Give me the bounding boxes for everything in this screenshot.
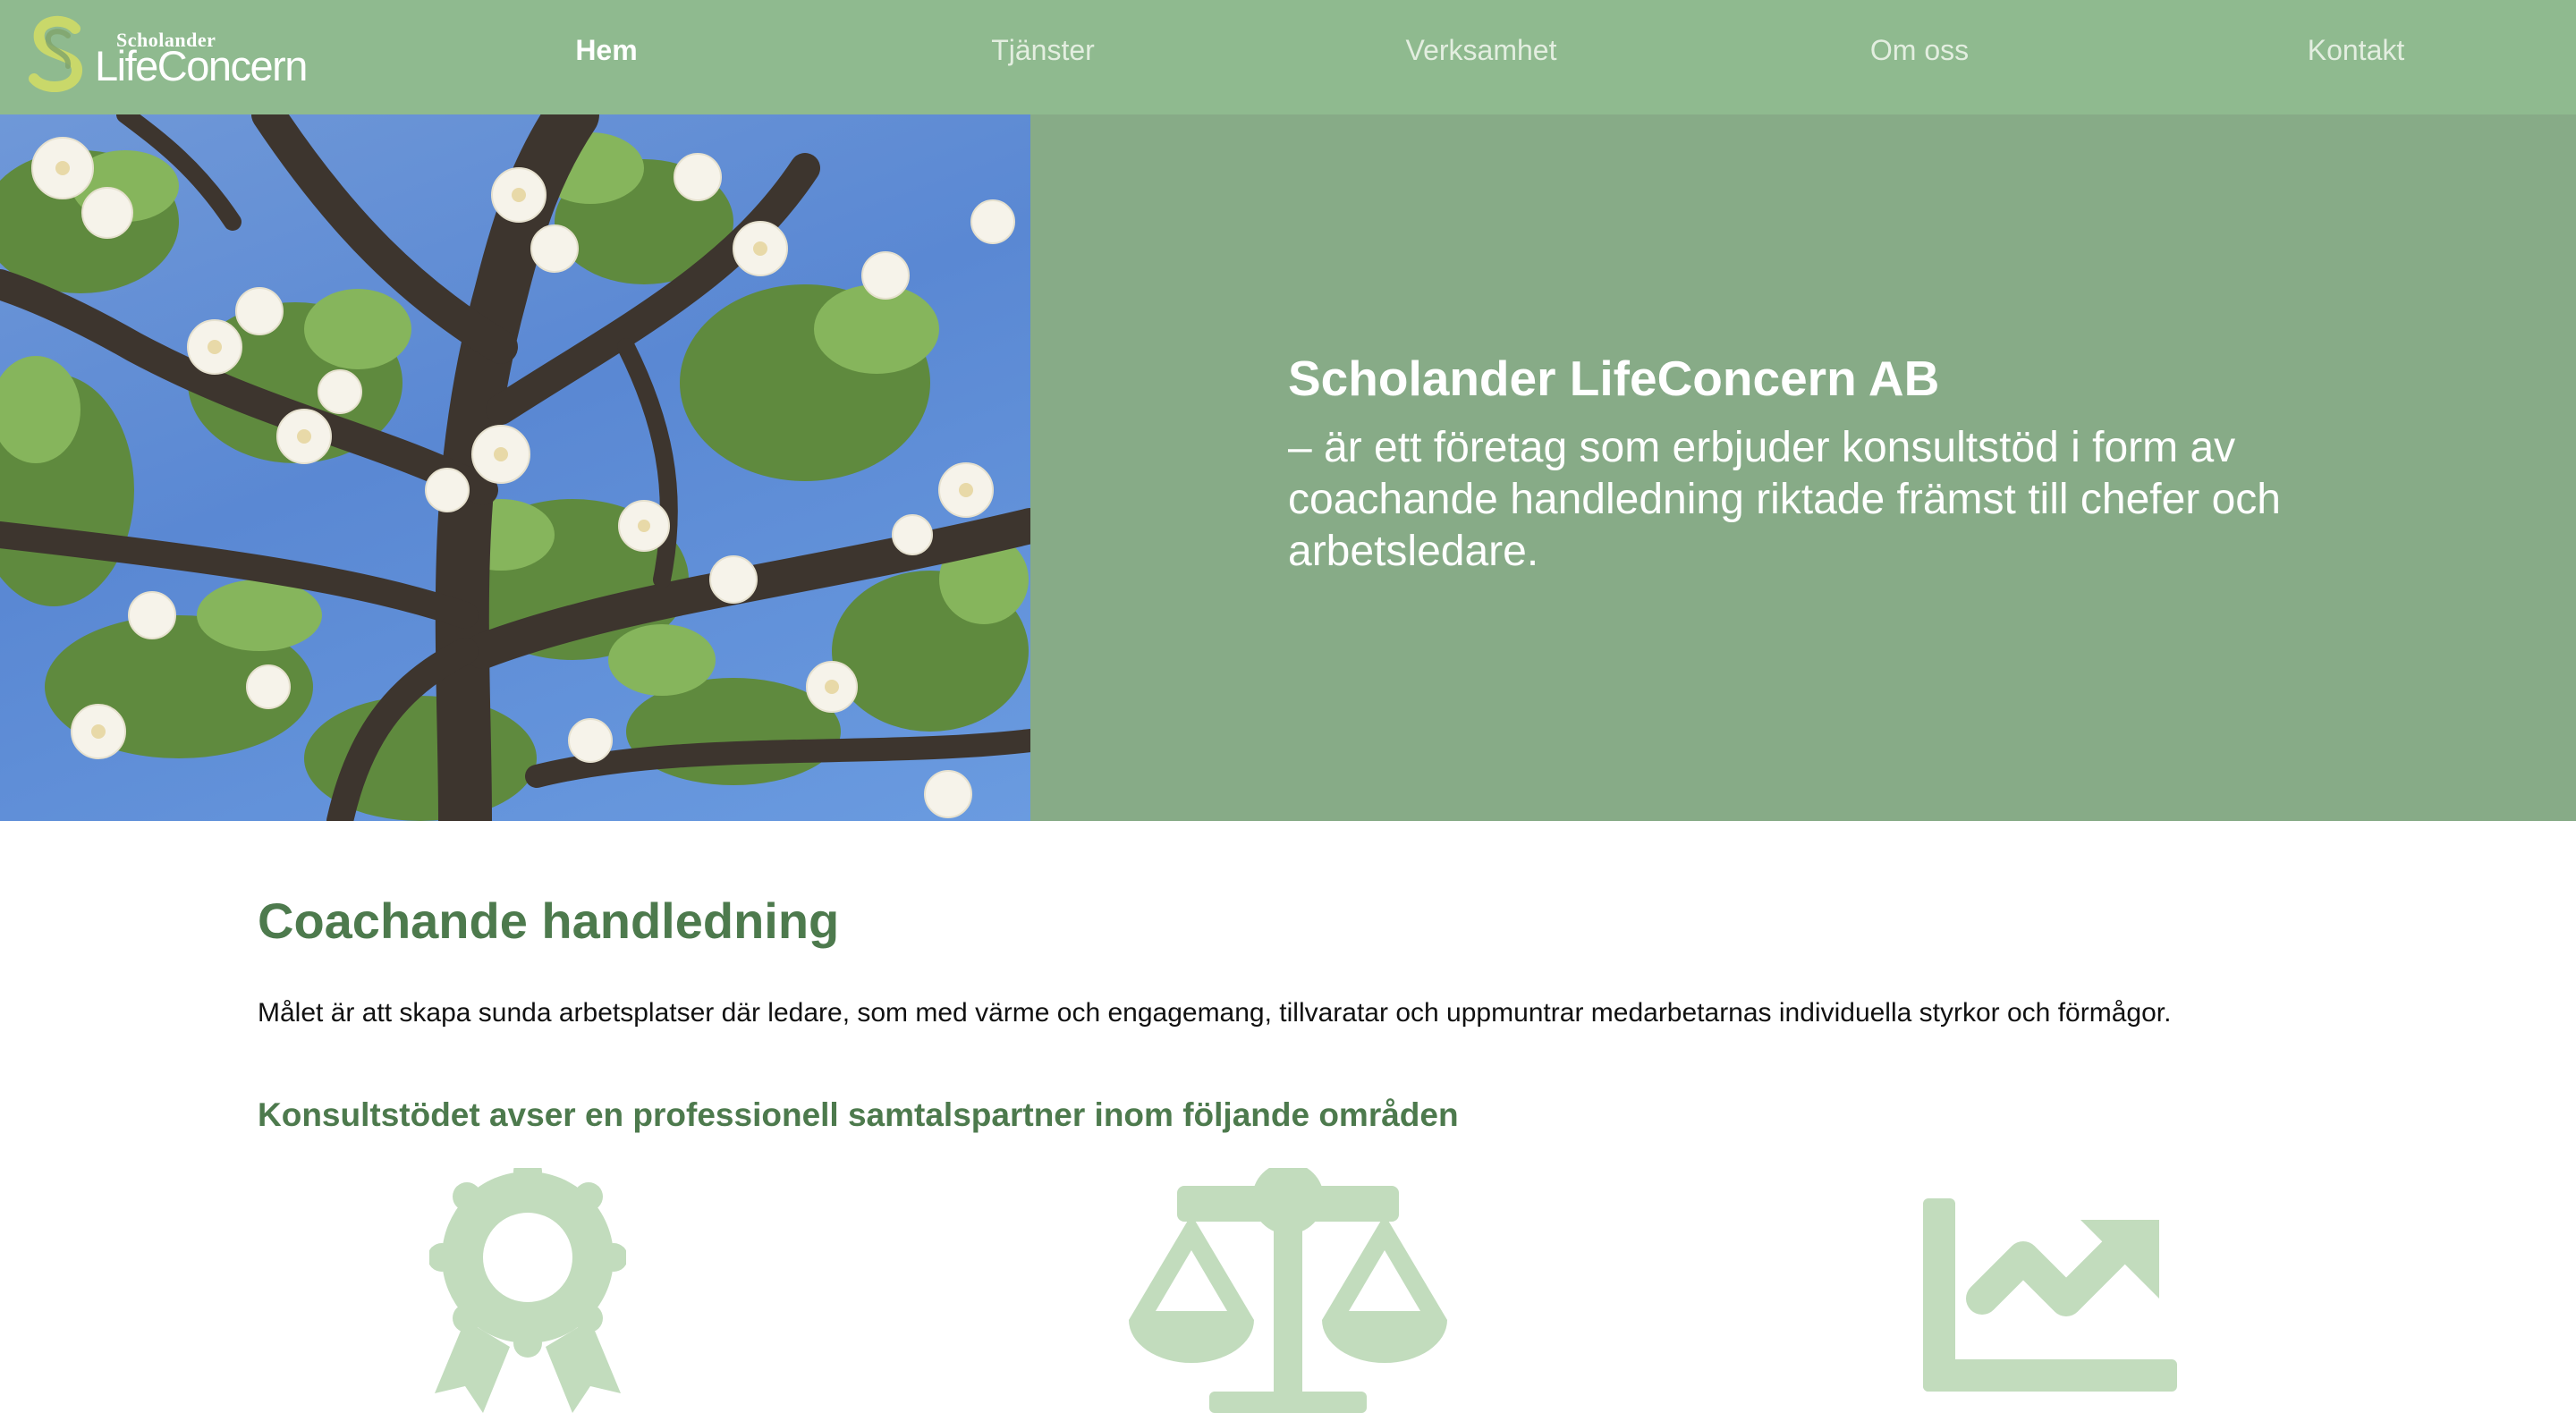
- hero-description: – är ett företag som erbjuder konsultstö…: [1288, 424, 2281, 575]
- apple-blossom-photo: [0, 114, 1030, 821]
- nav-item-kontakt[interactable]: Kontakt: [2240, 36, 2472, 64]
- nav-item-om-oss[interactable]: Om oss: [1803, 36, 2036, 64]
- hero-panel: Scholander LifeConcern AB – är ett föret…: [1030, 114, 2576, 821]
- logo[interactable]: Scholander LifeConcern: [23, 13, 318, 95]
- balance-scale-icon: [1129, 1168, 1447, 1413]
- site-header: Scholander LifeConcern Hem Tjänster Verk…: [0, 0, 2576, 114]
- hero-image: [0, 114, 1030, 821]
- logo-text-big: LifeConcern: [95, 42, 308, 89]
- nav-item-verksamhet[interactable]: Verksamhet: [1365, 36, 1597, 64]
- growth-chart-icon: [1923, 1198, 2177, 1392]
- hero-title: Scholander LifeConcern AB: [1288, 351, 1940, 406]
- section-subtitle: Konsultstödet avser en professionell sam…: [258, 1096, 1459, 1133]
- nav-item-tjanster[interactable]: Tjänster: [927, 36, 1159, 64]
- nav-item-hem[interactable]: Hem: [490, 36, 723, 64]
- section-title: Coachande handledning: [258, 893, 840, 949]
- intro-paragraph: Målet är att skapa sunda arbetsplatser d…: [258, 998, 2172, 1028]
- logo-s-icon: [29, 16, 82, 92]
- award-ribbon-icon: [429, 1168, 626, 1413]
